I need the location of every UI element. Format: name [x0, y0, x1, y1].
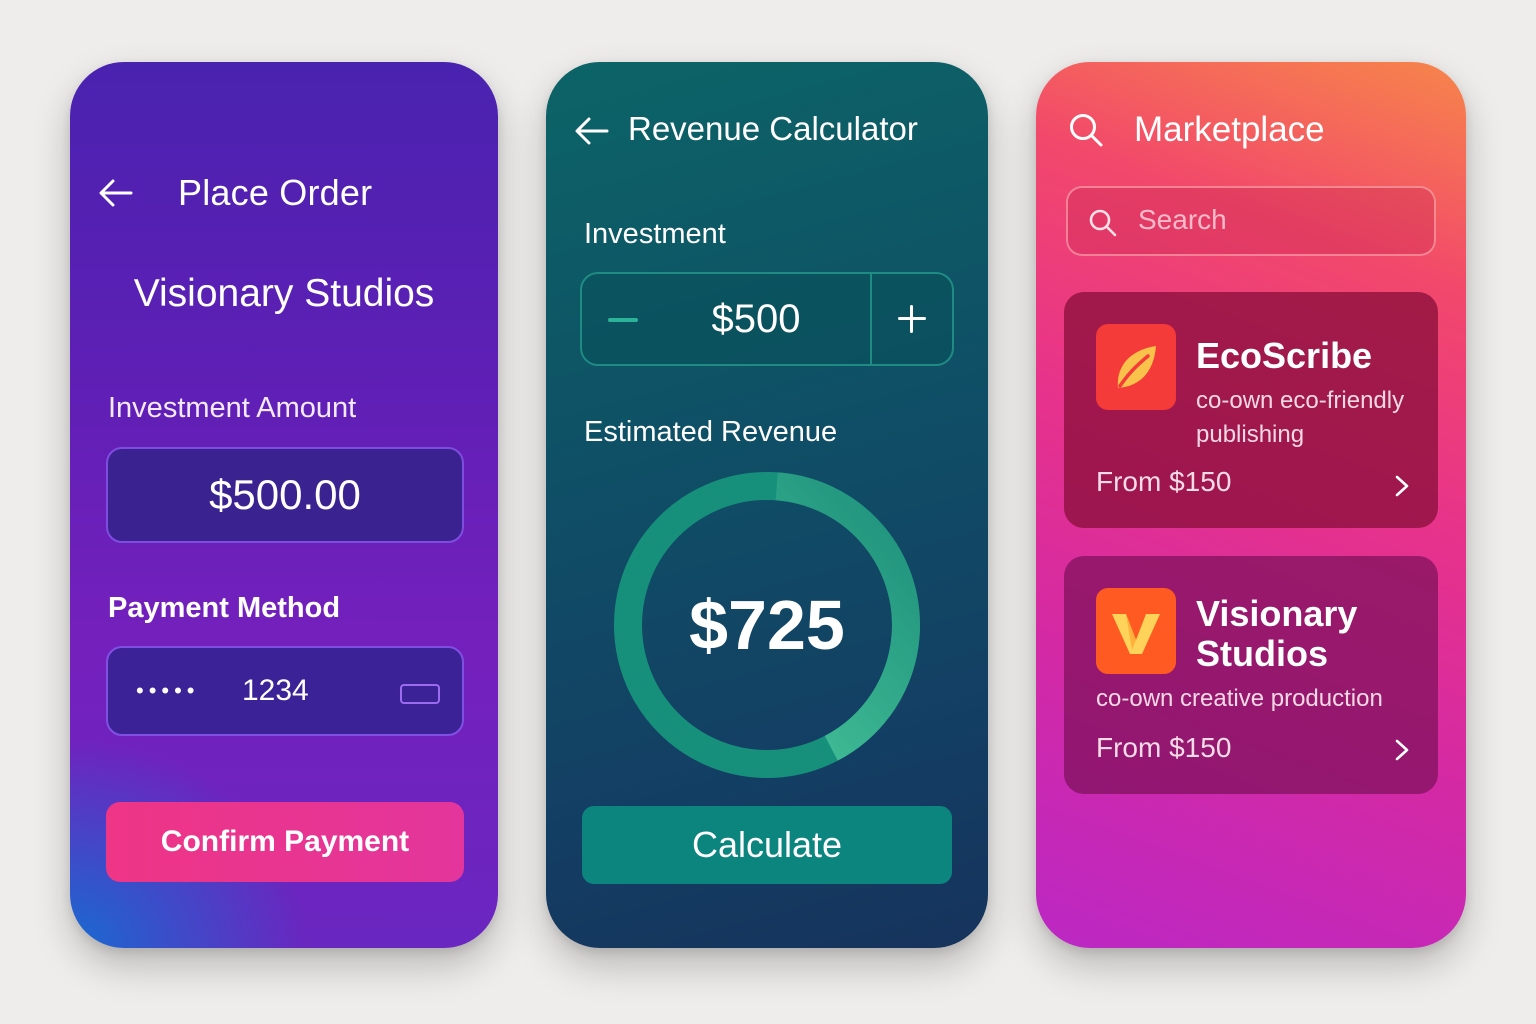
marketplace-screen: Marketplace Search EcoScribe co-own eco-…: [1036, 62, 1466, 948]
back-arrow-icon[interactable]: [574, 116, 610, 146]
confirm-payment-button[interactable]: Confirm Payment: [106, 802, 464, 882]
payment-method-label: Payment Method: [108, 592, 341, 624]
calculate-button[interactable]: Calculate: [582, 806, 952, 884]
marketplace-card-visionary-studios[interactable]: Visionary Studios co-own creative produc…: [1064, 556, 1438, 794]
item-price: From $150: [1096, 732, 1232, 763]
payment-method-field[interactable]: ••••• 1234: [106, 646, 464, 736]
chevron-right-icon[interactable]: [1394, 474, 1410, 498]
card-last4: 1234: [242, 674, 309, 707]
card-mask: •••••: [136, 678, 200, 703]
plus-icon[interactable]: [872, 274, 952, 364]
estimated-revenue-label: Estimated Revenue: [584, 416, 838, 448]
search-icon[interactable]: [1068, 112, 1104, 148]
place-order-header: Place Order: [70, 166, 498, 222]
ecoscribe-logo: [1096, 324, 1176, 410]
investment-stepper: $500: [580, 272, 954, 366]
estimated-revenue-value: $725: [689, 586, 845, 664]
investment-amount-field[interactable]: $500.00: [106, 447, 464, 543]
back-arrow-icon[interactable]: [98, 178, 134, 208]
studio-name: Visionary Studios: [133, 272, 435, 315]
page-title: Revenue Calculator: [628, 110, 918, 147]
page-title: Place Order: [178, 172, 373, 213]
place-order-screen: Place Order Visionary Studios Investment…: [70, 62, 498, 948]
search-icon: [1089, 209, 1117, 237]
item-price: From $150: [1096, 466, 1232, 497]
screens-showcase: Place Order Visionary Studios Investment…: [0, 0, 1536, 1024]
leaf-icon: [1117, 346, 1156, 388]
revenue-calculator-screen: Revenue Calculator Investment $500 Estim…: [546, 62, 988, 948]
v-letter-icon: [1112, 614, 1160, 654]
search-placeholder: Search: [1138, 204, 1227, 235]
marketplace-card-ecoscribe[interactable]: EcoScribe co-own eco-friendly publishing…: [1064, 292, 1438, 528]
minus-icon[interactable]: [608, 318, 638, 322]
credit-card-icon: [400, 684, 440, 704]
chevron-right-icon[interactable]: [1394, 738, 1410, 762]
investment-value[interactable]: $500: [662, 274, 850, 364]
visionary-studios-logo: [1096, 588, 1176, 674]
investment-amount-label: Investment Amount: [108, 392, 357, 424]
item-name: Visionary Studios: [1196, 593, 1358, 674]
page-title: Marketplace: [1134, 110, 1325, 149]
search-input[interactable]: Search: [1066, 186, 1436, 256]
item-description: co-own eco-friendly publishing: [1196, 387, 1405, 448]
item-name: EcoScribe: [1196, 335, 1373, 376]
item-description: co-own creative production: [1096, 685, 1383, 712]
investment-label: Investment: [584, 218, 726, 250]
